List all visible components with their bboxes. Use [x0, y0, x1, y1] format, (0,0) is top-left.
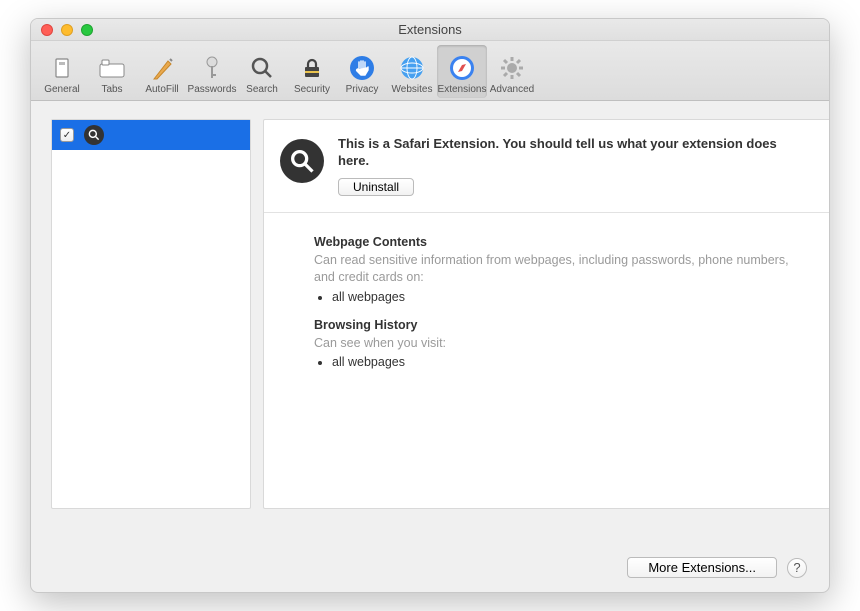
general-icon [48, 54, 76, 82]
autofill-icon [148, 54, 176, 82]
permission-heading: Webpage Contents [314, 235, 789, 249]
tab-label: General [44, 84, 80, 95]
extension-detail-panel: This is a Safari Extension. You should t… [263, 119, 829, 509]
tab-autofill[interactable]: AutoFill [137, 45, 187, 98]
tab-label: Tabs [101, 84, 122, 95]
tab-label: AutoFill [145, 84, 178, 95]
more-extensions-button[interactable]: More Extensions... [627, 557, 777, 578]
security-lock-icon [298, 54, 326, 82]
permission-item: all webpages [332, 290, 789, 304]
uninstall-button[interactable]: Uninstall [338, 178, 414, 196]
preferences-toolbar: General Tabs AutoFill Passwords Search [31, 41, 829, 101]
extension-enabled-checkbox[interactable]: ✓ [60, 128, 74, 142]
advanced-gear-icon [498, 54, 526, 82]
permission-description: Can see when you visit: [314, 335, 789, 352]
tab-passwords[interactable]: Passwords [187, 45, 237, 98]
tab-label: Passwords [188, 84, 237, 95]
footer: More Extensions... ? [31, 557, 829, 592]
help-button[interactable]: ? [787, 558, 807, 578]
search-icon [248, 54, 276, 82]
title-bar: Extensions [31, 19, 829, 41]
tab-extensions[interactable]: Extensions [437, 45, 487, 98]
extension-icon [84, 125, 104, 145]
extension-icon-large [280, 139, 324, 183]
tab-label: Extensions [438, 84, 487, 95]
passwords-key-icon [198, 54, 226, 82]
extension-list-item[interactable]: ✓ [52, 120, 250, 150]
tab-label: Search [246, 84, 278, 95]
extensions-sidebar: ✓ [51, 119, 251, 509]
privacy-hand-icon [348, 54, 376, 82]
permissions-section: Webpage Contents Can read sensitive info… [264, 213, 829, 394]
tab-label: Security [294, 84, 330, 95]
tab-general[interactable]: General [37, 45, 87, 98]
maximize-window-button[interactable] [81, 24, 93, 36]
extensions-compass-icon [448, 54, 476, 82]
permission-item: all webpages [332, 355, 789, 369]
close-window-button[interactable] [41, 24, 53, 36]
tab-label: Advanced [490, 84, 534, 95]
tabs-icon [98, 54, 126, 82]
tab-websites[interactable]: Websites [387, 45, 437, 98]
window-title: Extensions [398, 22, 462, 37]
minimize-window-button[interactable] [61, 24, 73, 36]
tab-advanced[interactable]: Advanced [487, 45, 537, 98]
extension-description: This is a Safari Extension. You should t… [338, 136, 809, 170]
tab-security[interactable]: Security [287, 45, 337, 98]
traffic-lights [41, 24, 93, 36]
preferences-window: Extensions General Tabs AutoFill Passw [30, 18, 830, 593]
tab-search[interactable]: Search [237, 45, 287, 98]
tab-label: Websites [392, 84, 433, 95]
content-area: ✓ This is a Safari Extension. You should… [31, 101, 829, 557]
tab-tabs[interactable]: Tabs [87, 45, 137, 98]
permission-heading: Browsing History [314, 318, 789, 332]
websites-globe-icon [398, 54, 426, 82]
tab-label: Privacy [346, 84, 379, 95]
permission-description: Can read sensitive information from webp… [314, 252, 789, 286]
detail-header: This is a Safari Extension. You should t… [264, 120, 829, 213]
tab-privacy[interactable]: Privacy [337, 45, 387, 98]
